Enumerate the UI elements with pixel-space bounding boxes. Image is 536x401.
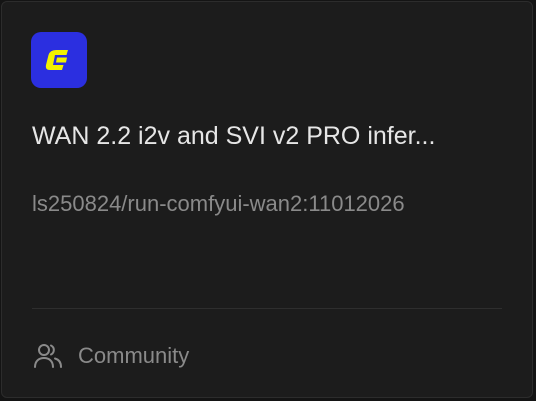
card-subtitle: ls250824/run-comfyui-wan2:11012026 [32,191,405,216]
template-card[interactable]: WAN 2.2 i2v and SVI v2 PRO infer... ls25… [1,1,533,398]
users-icon [32,340,64,372]
divider [32,308,502,309]
card-footer: Community [32,338,189,374]
comfy-logo-icon [31,32,87,88]
card-title: WAN 2.2 i2v and SVI v2 PRO infer... [32,122,436,150]
footer-label: Community [78,343,190,368]
